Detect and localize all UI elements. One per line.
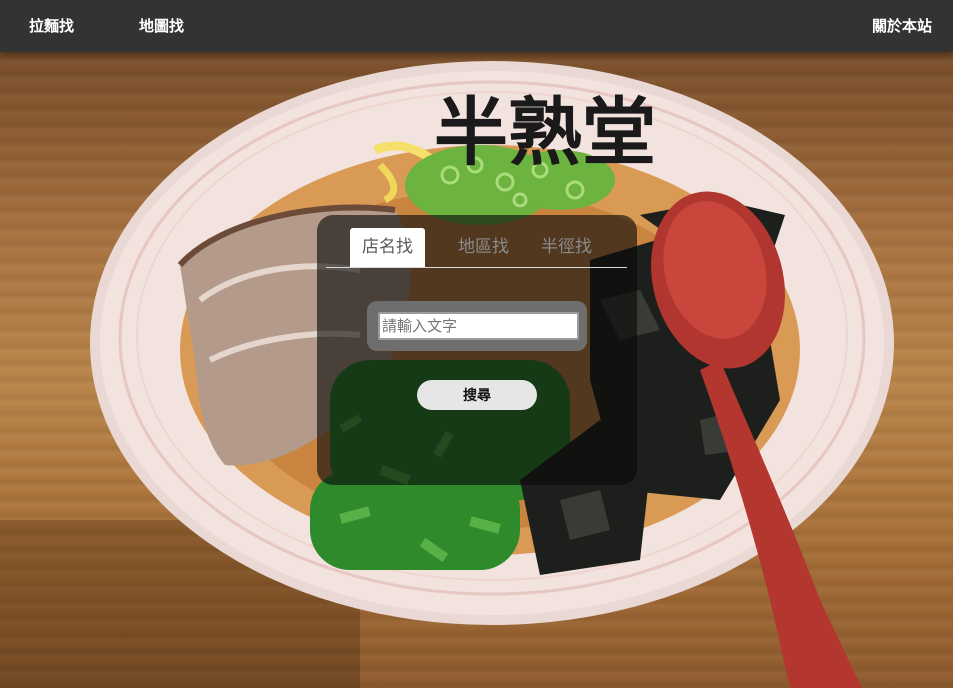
page: 半熟堂 拉麵找 地圖找 關於本站 店名找 地區找 半徑找 搜尋 bbox=[0, 0, 953, 688]
tab-area[interactable]: 地區找 bbox=[446, 228, 521, 266]
search-button[interactable]: 搜尋 bbox=[417, 380, 537, 410]
nav-map-search-link[interactable]: 地圖找 bbox=[139, 0, 184, 52]
nav-ramen-search-link[interactable]: 拉麵找 bbox=[29, 0, 74, 52]
search-tabs: 店名找 地區找 半徑找 bbox=[326, 226, 627, 268]
search-input[interactable] bbox=[378, 312, 579, 340]
nav-about-link[interactable]: 關於本站 bbox=[872, 0, 932, 52]
tab-store-name[interactable]: 店名找 bbox=[350, 228, 425, 267]
top-navbar: 拉麵找 地圖找 關於本站 bbox=[0, 0, 953, 52]
search-panel: 店名找 地區找 半徑找 搜尋 bbox=[317, 215, 637, 485]
bowl-logo-text: 半熟堂 bbox=[434, 90, 656, 176]
search-input-wrapper bbox=[367, 301, 587, 351]
tab-radius[interactable]: 半徑找 bbox=[529, 228, 604, 266]
